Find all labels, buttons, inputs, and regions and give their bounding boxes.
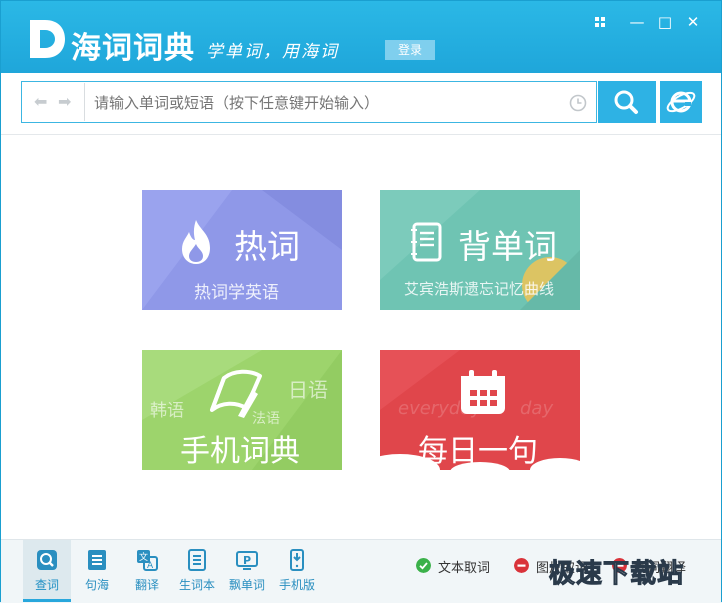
app-slogan: 学单词，用海词 bbox=[206, 42, 339, 62]
text-capture-toggle[interactable]: 文本取词 bbox=[416, 556, 506, 576]
tile-title: 背单词 bbox=[458, 227, 557, 266]
tile-subtitle: 热词学英语 bbox=[194, 283, 279, 303]
tab-wordbook[interactable]: 生词本 bbox=[173, 540, 221, 602]
sentence-icon bbox=[88, 550, 106, 570]
tab-label: 句海 bbox=[84, 578, 109, 592]
login-button[interactable]: 登录 bbox=[385, 40, 435, 60]
title-bar[interactable]: 海词词典 学单词，用海词 登录 — □ ✕ bbox=[1, 1, 721, 73]
tab-label: 生词本 bbox=[178, 578, 215, 592]
search-row: ⬅ ➡ bbox=[21, 81, 702, 125]
disabled-icon bbox=[514, 558, 529, 573]
wordbook-icon bbox=[188, 549, 206, 571]
tile-title: 手机词典 bbox=[180, 434, 300, 469]
tile-bg-text-2: day bbox=[520, 398, 554, 419]
translate-icon: 文 A bbox=[137, 550, 158, 571]
toggle-label: 文本取词 bbox=[438, 561, 491, 576]
tile-mobile-dictionary[interactable]: 韩语 法语 日语 手机词典 bbox=[142, 350, 342, 470]
tab-label: 翻译 bbox=[134, 578, 159, 592]
svg-text:A: A bbox=[147, 561, 154, 571]
app-logo-icon bbox=[30, 20, 65, 58]
forward-arrow-icon[interactable]: ➡ bbox=[58, 94, 74, 110]
flame-icon bbox=[182, 220, 210, 264]
minimize-button[interactable]: — bbox=[629, 14, 645, 30]
app-name: 海词词典 bbox=[71, 31, 195, 66]
tile-subtitle: 艾宾浩斯遗忘记忆曲线 bbox=[404, 280, 555, 298]
pen-book-icon bbox=[210, 369, 262, 418]
search-divider bbox=[84, 83, 85, 121]
tile-memorize-words[interactable]: 背单词 艾宾浩斯遗忘记忆曲线 bbox=[380, 190, 580, 310]
svg-text:P: P bbox=[243, 554, 251, 567]
floating-word-icon: P bbox=[236, 551, 258, 570]
tab-sentences[interactable]: 句海 bbox=[73, 540, 121, 602]
ie-icon bbox=[666, 91, 696, 113]
check-icon bbox=[416, 558, 431, 573]
history-clock-icon[interactable] bbox=[569, 94, 587, 112]
tab-label: 手机版 bbox=[278, 578, 315, 592]
tab-label: 查词 bbox=[34, 578, 59, 592]
tab-label: 飘单词 bbox=[228, 578, 265, 592]
search-icon bbox=[614, 90, 638, 114]
watermark: 极速下载站 bbox=[548, 559, 685, 590]
close-button[interactable]: ✕ bbox=[685, 14, 701, 30]
tab-mobile[interactable]: 手机版 bbox=[273, 540, 321, 602]
tile-daily-sentence[interactable]: everyday day 每日一句 bbox=[380, 350, 580, 470]
search-button[interactable] bbox=[598, 81, 656, 123]
calendar-icon bbox=[461, 370, 505, 414]
app-window: 海词词典 学单词，用海词 登录 — □ ✕ ⬅ ➡ 请输入单词或短语（按下任意键… bbox=[0, 0, 722, 603]
lookup-icon bbox=[37, 550, 57, 570]
maximize-button[interactable]: □ bbox=[657, 14, 673, 30]
tab-translate[interactable]: 文 A 翻译 bbox=[123, 540, 171, 602]
notebook-icon bbox=[411, 222, 442, 262]
browser-button[interactable] bbox=[660, 81, 702, 123]
search-input[interactable] bbox=[92, 90, 556, 116]
tile-title: 每日一句 bbox=[418, 434, 538, 469]
tag-korean: 韩语 bbox=[150, 401, 184, 421]
content-separator bbox=[1, 134, 721, 135]
search-box: ⬅ ➡ bbox=[21, 81, 597, 123]
mobile-icon bbox=[290, 549, 304, 571]
tile-title: 热词 bbox=[234, 227, 300, 266]
back-arrow-icon[interactable]: ⬅ bbox=[34, 94, 50, 110]
tag-japanese: 日语 bbox=[288, 378, 328, 402]
tile-hot-words[interactable]: 热词 热词学英语 bbox=[142, 190, 342, 310]
tab-lookup[interactable]: 查词 bbox=[23, 540, 71, 602]
grid-icon[interactable] bbox=[592, 14, 608, 30]
tab-floating-word[interactable]: P 飘单词 bbox=[223, 540, 271, 602]
